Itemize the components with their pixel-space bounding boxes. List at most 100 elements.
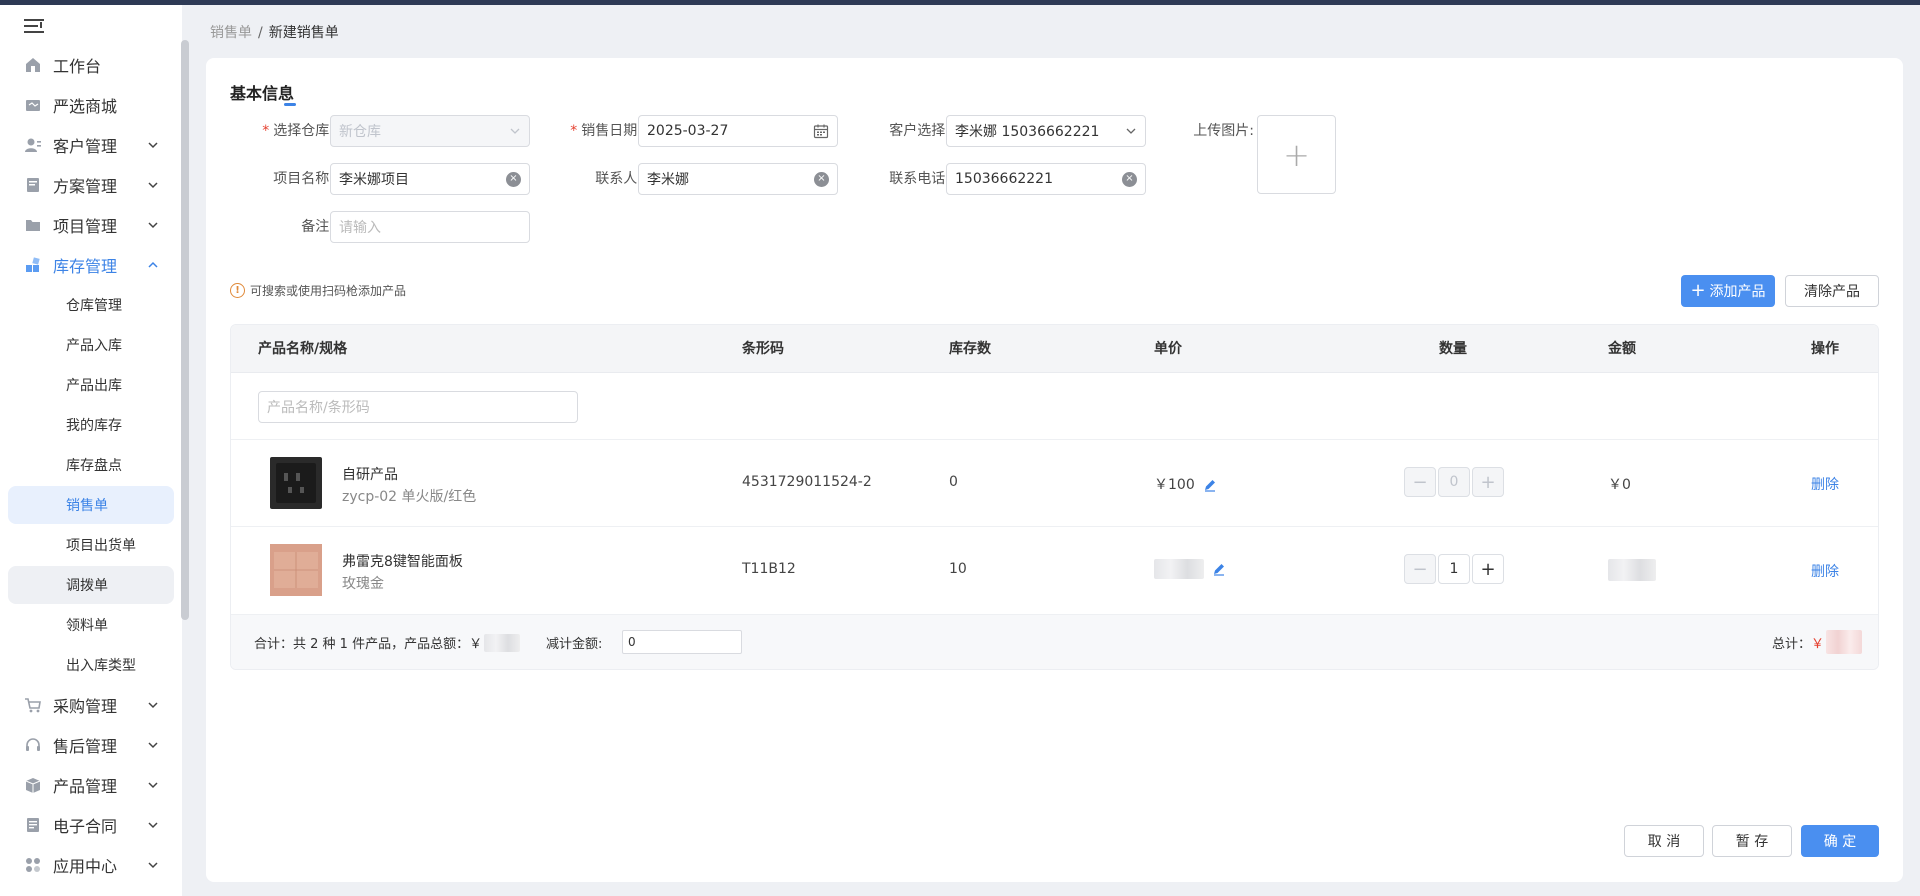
date-label: * 销售日期: [570,123,642,139]
sidebar-item-plan[interactable]: 方案管理 [8,166,173,204]
table-footer: 合计：共 2 种 1 件产品，产品总额：￥ 减计金额: 0 总计： ￥ [231,615,1878,669]
redacted-price [1154,559,1204,579]
apps-icon [24,856,42,874]
sidebar-item-inventory[interactable]: 库存管理 [8,246,173,284]
quantity-value[interactable]: 1 [1438,554,1470,584]
folder-icon [24,216,42,234]
product-table: 产品名称/规格 条形码 库存数 单价 数量 金额 操作 产品名称/条形码 自研产… [230,324,1879,670]
warehouse-select[interactable]: 新仓库 [330,115,530,147]
plus-icon[interactable]: + [1472,554,1504,584]
contract-icon [24,816,42,834]
inventory-icon [24,256,42,274]
sidebar-sub-stocktake[interactable]: 库存盘点 [8,446,174,484]
customer-label: 客户选择: [889,123,950,139]
product-price: ￥100 [1154,474,1217,494]
minus-icon[interactable]: − [1404,467,1436,497]
chevron-down-icon [148,862,158,869]
sidebar-item-product[interactable]: 产品管理 [8,766,173,804]
delete-link[interactable]: 删除 [1811,561,1839,581]
chevron-down-icon [148,182,158,189]
redacted-total [484,633,521,652]
product-name: 自研产品 [342,467,398,483]
plus-icon: + [1283,135,1310,174]
minus-icon[interactable]: − [1404,554,1436,584]
product-barcode: 4531729011524-2 [742,474,872,490]
clear-icon[interactable]: × [1122,171,1137,187]
sidebar-sub-sales-order[interactable]: 销售单 [8,486,174,524]
date-picker[interactable]: 2025-03-27 [638,115,838,147]
confirm-button[interactable]: 确 定 [1801,825,1879,857]
plus-icon: + [1690,280,1706,301]
sidebar-sub-inout-type[interactable]: 出入库类型 [8,646,174,684]
date-value: 2025-03-27 [647,123,729,139]
sidebar-item-aftersales[interactable]: 售后管理 [8,726,173,764]
chevron-down-icon [510,128,520,134]
remark-label: 备注: [301,219,334,235]
discount-input[interactable]: 0 [622,630,742,654]
quantity-stepper[interactable]: − 0 + [1404,467,1504,497]
header-stock: 库存数 [949,341,991,357]
product-name: 弗雷克8键智能面板 [342,554,463,570]
clear-products-button[interactable]: 清除产品 [1785,275,1879,307]
menu-collapse-icon[interactable] [24,17,46,35]
customer-icon [24,136,42,154]
project-name-value: 李米娜项目 [339,172,409,188]
summary-text: 合计：共 2 种 1 件产品，产品总额：￥ [254,633,521,652]
discount-label: 减计金额: [546,637,603,652]
clear-icon[interactable]: × [506,171,521,187]
cancel-button[interactable]: 取 消 [1624,825,1704,857]
image-upload-button[interactable]: + [1257,115,1336,194]
warning-icon: ! [230,283,245,298]
project-label: 项目名称: [273,171,334,187]
product-amount [1608,559,1656,585]
remark-input[interactable]: 请输入 [330,211,530,243]
sidebar-scrollbar[interactable] [181,40,189,620]
customer-select[interactable]: 李米娜 15036662221 [946,115,1146,147]
sidebar-item-apps[interactable]: 应用中心 [8,846,173,884]
project-name-input[interactable]: 李米娜项目 × [330,163,530,195]
sidebar-sub-stock-out[interactable]: 产品出库 [8,366,174,404]
product-spec: zycp-02 单火版/红色 [342,489,477,505]
plus-icon[interactable]: + [1472,467,1504,497]
sidebar-item-customer[interactable]: 客户管理 [8,126,173,164]
sidebar-sub-transfer[interactable]: 调拨单 [8,566,174,604]
phone-input[interactable]: 15036662221 × [946,163,1146,195]
sidebar-item-project[interactable]: 项目管理 [8,206,173,244]
scan-hint: ! 可搜索或使用扫码枪添加产品 [230,282,406,299]
sidebar-item-purchase[interactable]: 采购管理 [8,686,173,724]
redacted-grand-total [1826,630,1863,654]
product-stock: 10 [949,561,967,577]
clear-icon[interactable]: × [814,171,829,187]
chevron-down-icon [1126,128,1136,134]
cart-icon [24,696,42,714]
contact-input[interactable]: 李米娜 × [638,163,838,195]
header-action: 操作 [1811,341,1839,357]
add-product-button[interactable]: + 添加产品 [1681,275,1775,307]
sidebar-item-mall[interactable]: 严选商城 [8,86,173,124]
breadcrumb-parent[interactable]: 销售单 [210,25,252,41]
sidebar-sub-warehouse[interactable]: 仓库管理 [8,286,174,324]
header-barcode: 条形码 [742,341,784,357]
sidebar-item-workbench[interactable]: 工作台 [8,46,173,84]
chevron-down-icon [148,782,158,789]
top-bar [0,0,1920,5]
sidebar-item-contract[interactable]: 电子合同 [8,806,173,844]
chevron-up-icon [148,261,158,268]
sidebar-sub-material-requisition[interactable]: 领料单 [8,606,174,644]
product-amount: ￥0 [1608,477,1631,493]
draft-button[interactable]: 暂 存 [1712,825,1792,857]
sidebar-sub-my-stock[interactable]: 我的库存 [8,406,174,444]
quantity-value[interactable]: 0 [1438,467,1470,497]
sidebar-sub-stock-in[interactable]: 产品入库 [8,326,174,364]
table-header: 产品名称/规格 条形码 库存数 单价 数量 金额 操作 [231,325,1878,373]
product-search-input[interactable]: 产品名称/条形码 [258,391,578,423]
edit-icon[interactable] [1203,478,1217,492]
edit-icon[interactable] [1212,562,1226,576]
delete-link[interactable]: 删除 [1811,474,1839,494]
header-product: 产品名称/规格 [258,341,348,357]
sidebar-sub-project-shipment[interactable]: 项目出货单 [8,526,174,564]
contact-value: 李米娜 [647,172,689,188]
quantity-stepper[interactable]: − 1 + [1404,554,1504,584]
chevron-down-icon [148,142,158,149]
phone-value: 15036662221 [955,171,1053,187]
